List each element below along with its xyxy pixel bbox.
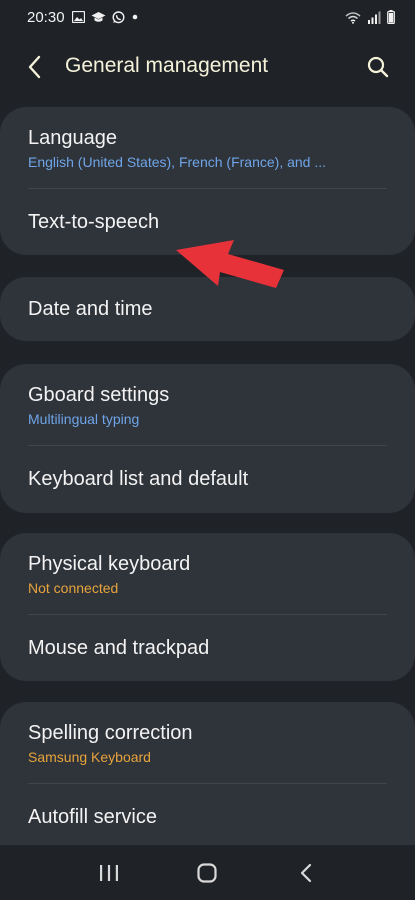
list-item-title: Mouse and trackpad bbox=[28, 637, 210, 659]
status-right bbox=[345, 10, 395, 24]
battery-icon bbox=[387, 10, 395, 24]
list-item-title: Autofill service bbox=[28, 806, 157, 828]
status-left: 20:30 bbox=[27, 9, 139, 26]
list-item-subtitle: Multilingual typing bbox=[28, 411, 140, 427]
settings-card-keyboard: Gboard settings Multilingual typing Keyb… bbox=[0, 364, 415, 513]
whatsapp-icon bbox=[112, 10, 125, 23]
list-item-keyboard-list[interactable]: Keyboard list and default bbox=[28, 468, 387, 491]
list-item-gboard-settings[interactable]: Gboard settings Multilingual typing bbox=[28, 384, 387, 427]
list-item-title: Keyboard list and default bbox=[28, 468, 249, 490]
list-item-autofill-service[interactable]: Autofill service bbox=[28, 806, 387, 829]
home-icon bbox=[197, 862, 218, 883]
search-icon bbox=[367, 56, 389, 78]
divider bbox=[28, 188, 387, 189]
list-item-subtitle: Samsung Keyboard bbox=[28, 749, 151, 765]
annotation-arrow-icon bbox=[176, 240, 284, 288]
list-item-title: Gboard settings bbox=[28, 384, 170, 406]
list-item-title: Text-to-speech bbox=[28, 211, 160, 233]
chevron-left-icon bbox=[28, 55, 41, 79]
list-item-text-to-speech[interactable]: Text-to-speech bbox=[28, 211, 387, 234]
signal-icon bbox=[368, 11, 381, 24]
home-button[interactable] bbox=[187, 853, 227, 893]
list-item-date-and-time[interactable]: Date and time bbox=[28, 298, 387, 321]
wifi-icon bbox=[345, 11, 361, 24]
divider bbox=[28, 445, 387, 446]
list-item-subtitle: Not connected bbox=[28, 580, 119, 596]
status-time: 20:30 bbox=[27, 8, 65, 26]
back-button[interactable] bbox=[20, 52, 50, 82]
search-button[interactable] bbox=[363, 52, 393, 82]
divider bbox=[28, 783, 387, 784]
dot-icon bbox=[132, 14, 137, 20]
page-title: General management bbox=[65, 54, 269, 77]
graduation-cap-icon bbox=[91, 12, 106, 22]
image-icon bbox=[71, 11, 85, 23]
app-bar: General management bbox=[0, 34, 415, 100]
recents-icon bbox=[100, 864, 119, 881]
settings-card-physical-keyboard: Physical keyboard Not connected Mouse an… bbox=[0, 533, 415, 681]
nav-back-button[interactable] bbox=[286, 853, 326, 893]
list-item-title: Spelling correction bbox=[28, 722, 193, 744]
list-item-subtitle: English (United States), French (France)… bbox=[28, 154, 327, 170]
notification-icons bbox=[71, 10, 139, 24]
navigation-bar bbox=[0, 845, 415, 900]
settings-card-language: Language English (United States), French… bbox=[0, 107, 415, 255]
recents-button[interactable] bbox=[89, 853, 129, 893]
settings-card-spelling: Spelling correction Samsung Keyboard Aut… bbox=[0, 702, 415, 845]
list-item-language[interactable]: Language English (United States), French… bbox=[28, 127, 387, 170]
divider bbox=[28, 614, 387, 615]
status-bar: 20:30 bbox=[0, 0, 415, 34]
list-item-mouse-trackpad[interactable]: Mouse and trackpad bbox=[28, 637, 387, 660]
list-item-title: Date and time bbox=[28, 298, 153, 320]
list-item-spelling-correction[interactable]: Spelling correction Samsung Keyboard bbox=[28, 722, 387, 765]
list-item-physical-keyboard[interactable]: Physical keyboard Not connected bbox=[28, 553, 387, 596]
list-item-title: Language bbox=[28, 127, 117, 149]
list-item-title: Physical keyboard bbox=[28, 553, 191, 575]
back-icon bbox=[300, 863, 311, 882]
